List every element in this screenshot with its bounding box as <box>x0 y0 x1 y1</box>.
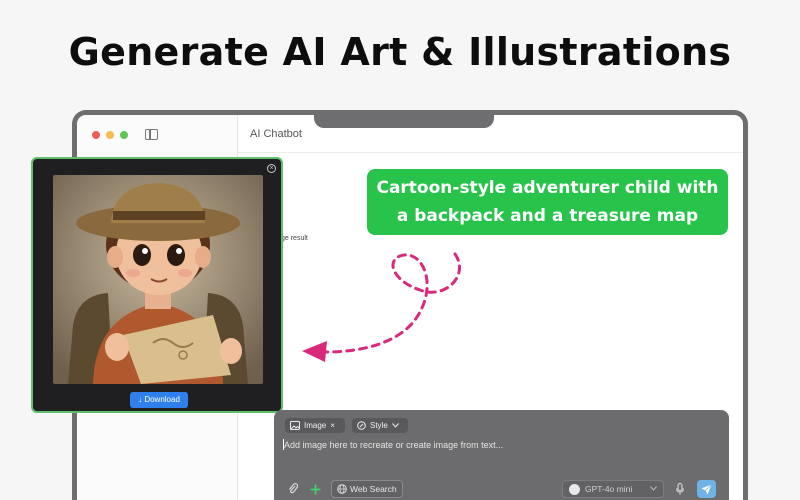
prompt-input[interactable] <box>284 438 714 452</box>
download-label: Download <box>144 395 180 404</box>
prompt-line-1: Cartoon-style adventurer child with <box>376 178 719 198</box>
style-chip-label: Style <box>370 421 388 430</box>
send-button[interactable] <box>697 480 716 498</box>
zoom-window-button[interactable] <box>120 131 128 139</box>
globe-icon <box>337 484 347 494</box>
image-chip-label: Image <box>304 421 327 430</box>
model-label: GPT-4o mini <box>585 484 633 494</box>
result-caption: ge result <box>281 235 308 242</box>
close-window-button[interactable] <box>92 131 100 139</box>
remove-chip-icon[interactable]: × <box>330 418 335 433</box>
style-chip[interactable]: Style <box>352 418 408 433</box>
image-preview-popup: × ↓ Download <box>31 157 283 413</box>
image-chip[interactable]: Image × <box>285 418 345 433</box>
headline: Generate AI Art & Illustrations <box>68 30 732 74</box>
download-button[interactable]: ↓ Download <box>130 392 188 408</box>
mic-icon[interactable] <box>673 482 687 496</box>
attach-icon[interactable] <box>286 482 300 496</box>
window-controls <box>92 131 128 139</box>
composer: Image × Style Web Search GPT-4o mini <box>274 410 729 500</box>
web-search-button[interactable]: Web Search <box>331 480 403 498</box>
send-icon <box>701 483 712 494</box>
chevron-down-icon <box>650 486 657 491</box>
web-search-label: Web Search <box>350 484 397 494</box>
generated-image <box>53 175 263 384</box>
chevron-down-icon <box>391 423 399 428</box>
prompt-bubble: Cartoon-style adventurer child with a ba… <box>367 169 728 235</box>
style-icon <box>357 421 366 430</box>
model-icon <box>569 484 580 495</box>
window-title: AI Chatbot <box>250 128 302 140</box>
plus-icon[interactable] <box>308 482 322 496</box>
model-select[interactable]: GPT-4o mini <box>562 480 664 498</box>
image-icon <box>290 421 300 430</box>
minimize-window-button[interactable] <box>106 131 114 139</box>
prompt-line-2: a backpack and a treasure map <box>396 206 699 226</box>
sidebar-toggle-icon[interactable] <box>145 129 158 140</box>
close-icon[interactable]: × <box>267 164 276 173</box>
laptop-notch <box>314 110 494 128</box>
